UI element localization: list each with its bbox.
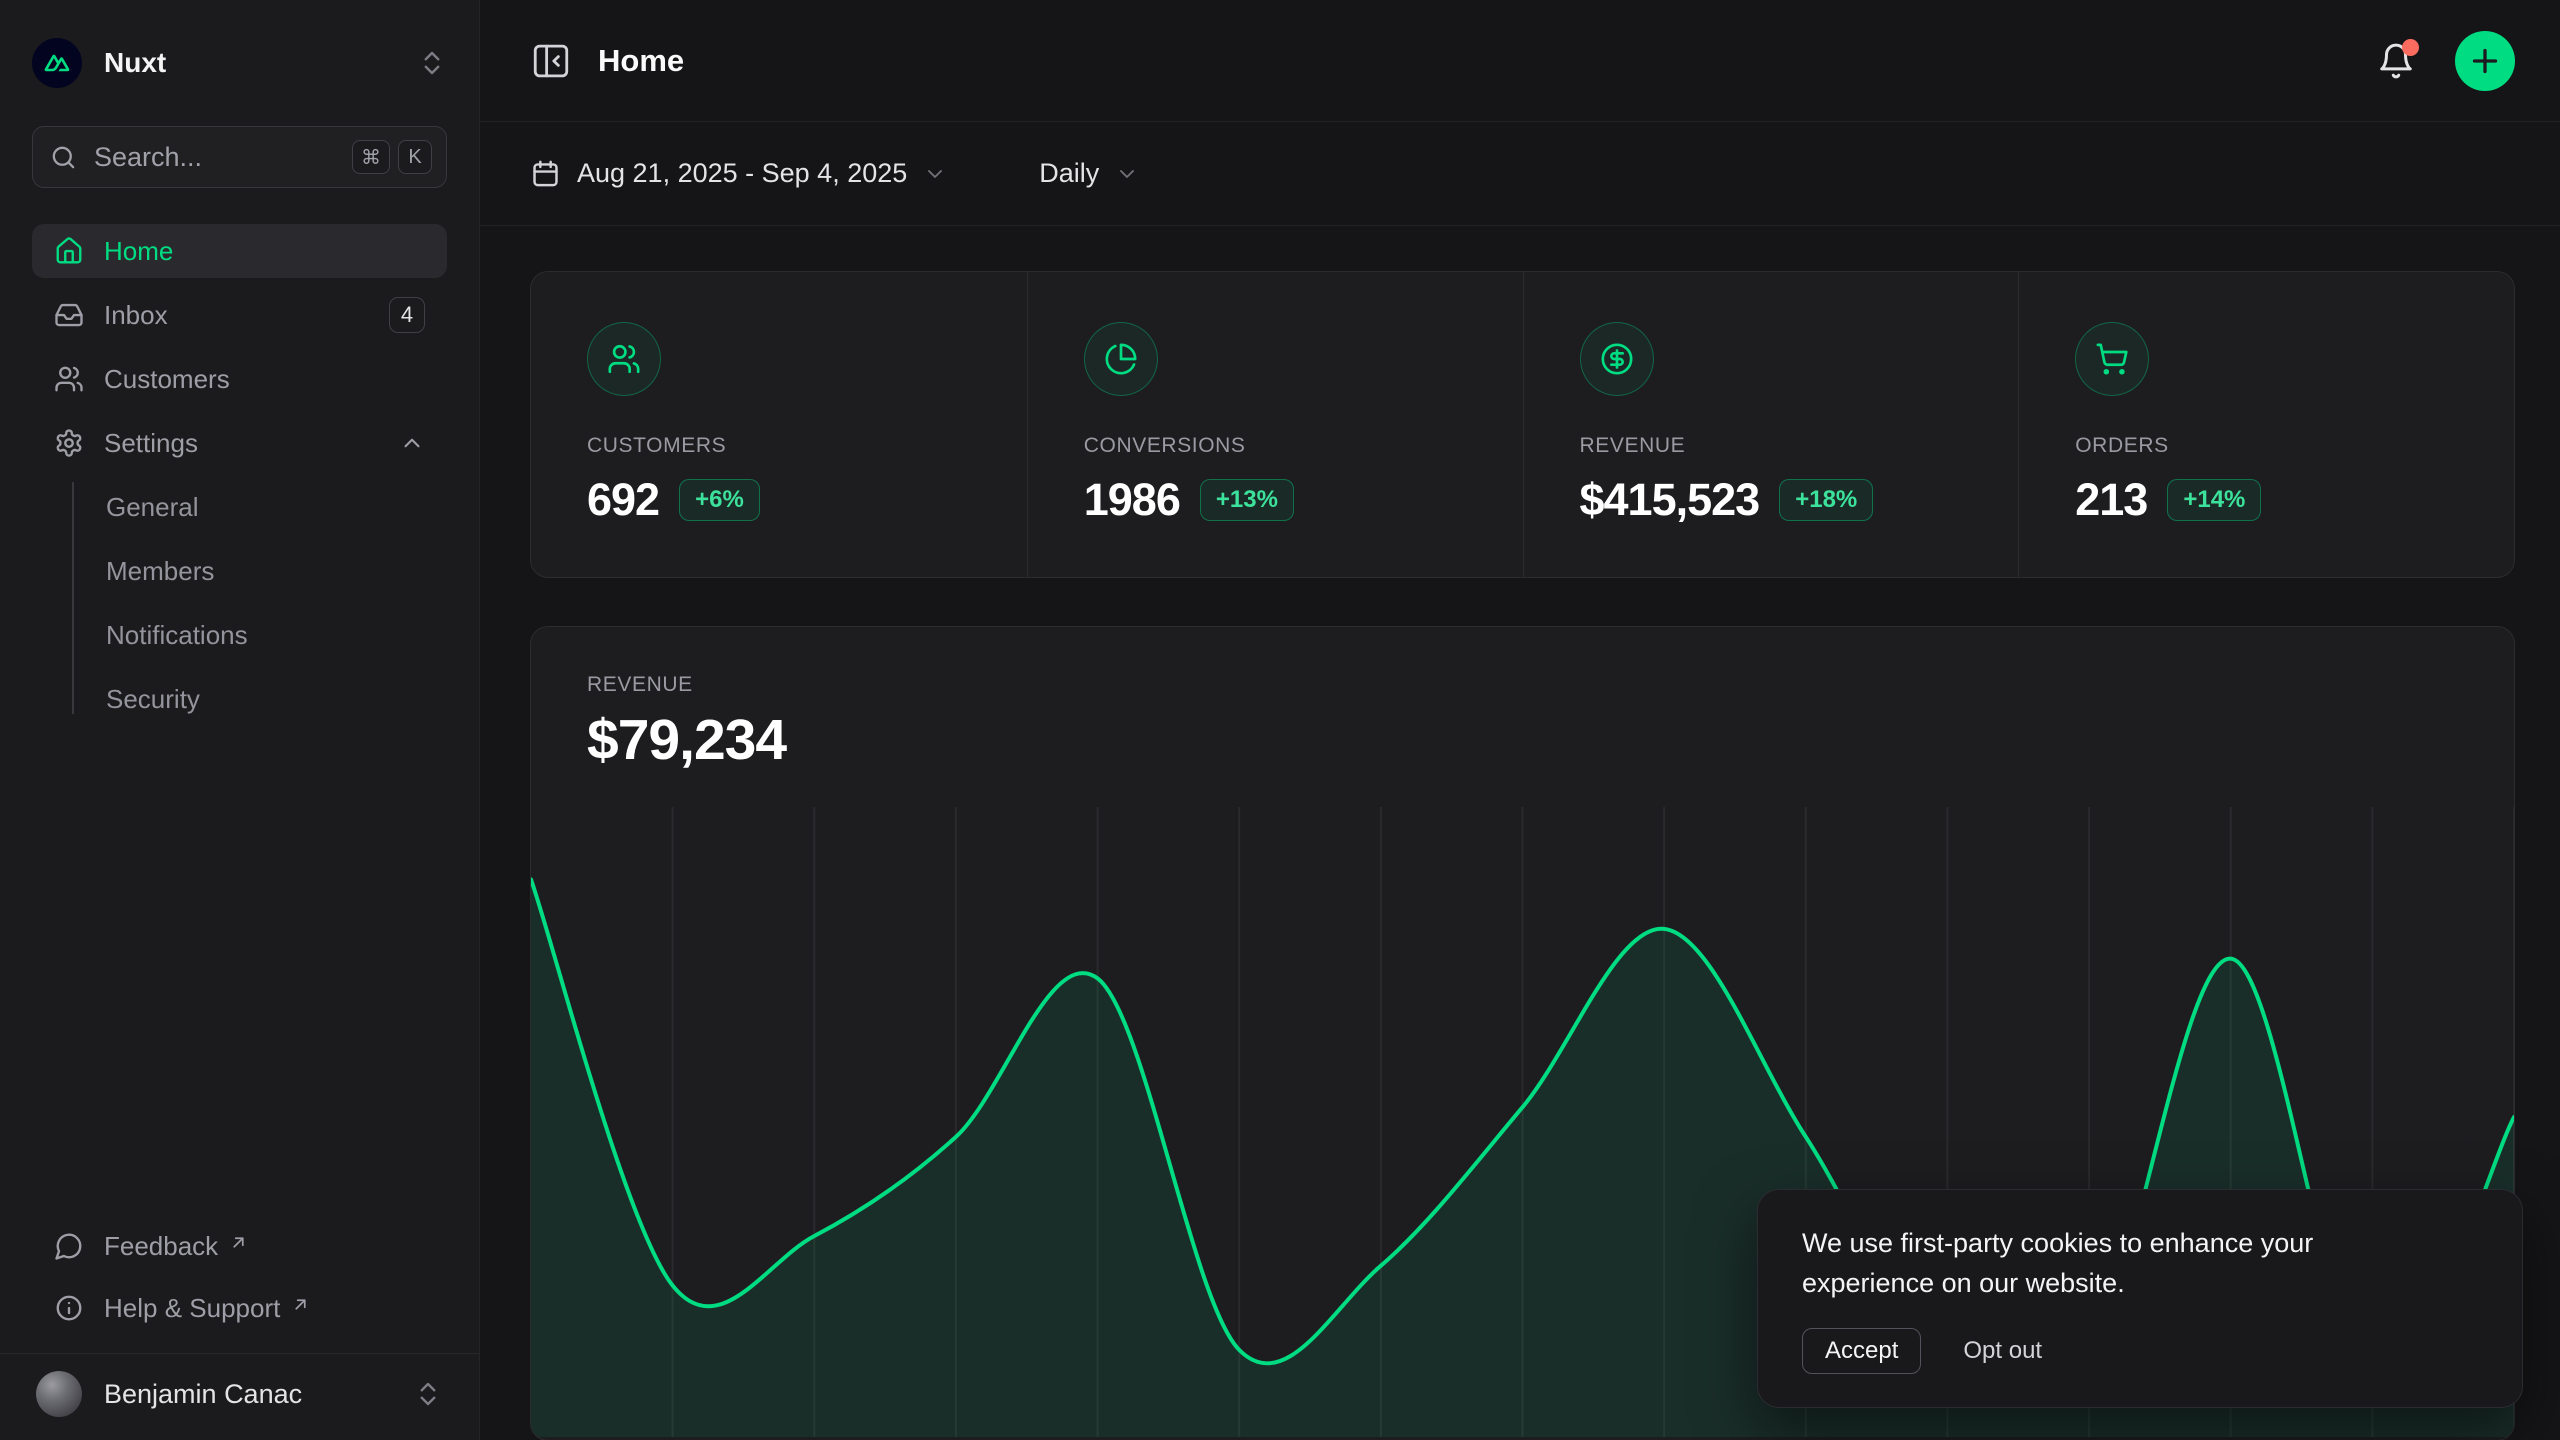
filter-bar: Aug 21, 2025 - Sep 4, 2025 Daily xyxy=(480,122,2560,226)
stat-value: 692 xyxy=(587,474,659,526)
chevron-down-icon xyxy=(923,162,947,186)
sidebar-item-general[interactable]: General xyxy=(32,480,447,534)
date-range-picker[interactable]: Aug 21, 2025 - Sep 4, 2025 xyxy=(530,158,947,189)
sidebar-collapse-button[interactable] xyxy=(530,40,572,82)
help-support-link[interactable]: Help & Support xyxy=(32,1277,447,1339)
pie-chart-icon xyxy=(1084,322,1158,396)
revenue-total: $79,234 xyxy=(587,707,2458,773)
users-icon xyxy=(54,364,84,394)
sidebar-item-home[interactable]: Home xyxy=(32,224,447,278)
revenue-panel-label: REVENUE xyxy=(587,673,2458,697)
sidebar-item-security[interactable]: Security xyxy=(32,672,447,726)
avatar xyxy=(36,1371,82,1417)
sidebar-item-settings[interactable]: Settings xyxy=(32,416,447,470)
stat-delta-badge: +14% xyxy=(2167,479,2261,521)
sidebar-item-label: Inbox xyxy=(104,300,168,331)
app-window: Nuxt Search... ⌘ K Home Inbox 4 xyxy=(0,0,2560,1440)
gear-icon xyxy=(54,428,84,458)
cookie-message: We use first-party cookies to enhance yo… xyxy=(1802,1224,2412,1304)
sidebar-nav: Home Inbox 4 Customers Settings General xyxy=(32,224,447,736)
granularity-value: Daily xyxy=(1039,158,1099,189)
calendar-icon xyxy=(530,158,561,189)
search-placeholder: Search... xyxy=(94,142,336,173)
subnav-tree-line xyxy=(72,482,74,714)
sidebar-item-members[interactable]: Members xyxy=(32,544,447,598)
workspace-name: Nuxt xyxy=(104,47,166,79)
stat-label: CONVERSIONS xyxy=(1084,434,1493,458)
chevron-up-icon xyxy=(399,430,425,456)
add-button[interactable] xyxy=(2455,31,2515,91)
circle-dollar-icon xyxy=(1580,322,1654,396)
search-shortcut: ⌘ K xyxy=(352,140,432,174)
subnav-label: Security xyxy=(106,684,200,715)
inbox-icon xyxy=(54,300,84,330)
subnav-label: General xyxy=(106,492,199,523)
search-input[interactable]: Search... ⌘ K xyxy=(32,126,447,188)
stat-orders[interactable]: ORDERS 213 +14% xyxy=(2018,272,2514,577)
chat-bubble-icon xyxy=(54,1231,84,1261)
panel-left-close-icon xyxy=(530,40,572,82)
stat-customers[interactable]: CUSTOMERS 692 +6% xyxy=(531,272,1027,577)
sidebar-item-label: Settings xyxy=(104,428,198,459)
accept-cookies-button[interactable]: Accept xyxy=(1802,1328,1921,1374)
stat-label: ORDERS xyxy=(2075,434,2484,458)
stat-delta-badge: +18% xyxy=(1779,479,1873,521)
inbox-count-badge: 4 xyxy=(389,297,425,333)
subnav-label: Notifications xyxy=(106,620,248,651)
stat-conversions[interactable]: CONVERSIONS 1986 +13% xyxy=(1027,272,1523,577)
stat-value: 1986 xyxy=(1084,474,1180,526)
stat-label: REVENUE xyxy=(1580,434,1989,458)
stat-value: $415,523 xyxy=(1580,474,1760,526)
top-bar: Home xyxy=(480,0,2560,122)
sidebar-item-label: Home xyxy=(104,236,173,267)
sidebar-item-customers[interactable]: Customers xyxy=(32,352,447,406)
top-bar-actions xyxy=(2377,31,2515,91)
sidebar-item-notifications[interactable]: Notifications xyxy=(32,608,447,662)
external-link-icon xyxy=(292,1289,309,1320)
granularity-select[interactable]: Daily xyxy=(1039,158,1139,189)
info-circle-icon xyxy=(54,1293,84,1323)
plus-icon xyxy=(2467,43,2503,79)
feedback-link[interactable]: Feedback xyxy=(32,1215,447,1277)
chevron-down-icon xyxy=(1115,162,1139,186)
nuxt-logo-icon xyxy=(32,38,82,88)
meta-key: ⌘ xyxy=(352,140,390,174)
user-name: Benjamin Canac xyxy=(104,1379,302,1410)
date-range-value: Aug 21, 2025 - Sep 4, 2025 xyxy=(577,158,907,189)
sidebar: Nuxt Search... ⌘ K Home Inbox 4 xyxy=(0,0,480,1440)
optout-cookies-button[interactable]: Opt out xyxy=(1963,1337,2042,1365)
shopping-cart-icon xyxy=(2075,322,2149,396)
chevrons-up-down-icon xyxy=(417,48,447,78)
search-icon xyxy=(49,143,78,172)
notification-dot xyxy=(2402,39,2419,56)
k-key: K xyxy=(398,140,432,174)
page-title: Home xyxy=(598,43,684,79)
stat-delta-badge: +13% xyxy=(1200,479,1294,521)
home-icon xyxy=(54,236,84,266)
sidebar-item-inbox[interactable]: Inbox 4 xyxy=(32,288,447,342)
external-link-icon xyxy=(230,1227,247,1258)
stats-panel: CUSTOMERS 692 +6% CONVERSIONS 1986 +13% xyxy=(530,271,2515,578)
sidebar-item-label: Customers xyxy=(104,364,230,395)
feedback-label: Feedback xyxy=(104,1231,218,1262)
help-support-label: Help & Support xyxy=(104,1293,280,1324)
stat-value: 213 xyxy=(2075,474,2147,526)
workspace-switcher[interactable]: Nuxt xyxy=(32,0,447,126)
subnav-label: Members xyxy=(106,556,214,587)
cookie-banner: We use first-party cookies to enhance yo… xyxy=(1757,1189,2523,1408)
users-icon xyxy=(587,322,661,396)
notifications-button[interactable] xyxy=(2377,42,2415,80)
stat-delta-badge: +6% xyxy=(679,479,760,521)
stat-label: CUSTOMERS xyxy=(587,434,997,458)
user-menu[interactable]: Benjamin Canac xyxy=(32,1354,447,1440)
sidebar-footer: Feedback Help & Support xyxy=(32,1215,447,1343)
stat-revenue[interactable]: REVENUE $415,523 +18% xyxy=(1523,272,2019,577)
settings-subnav: General Members Notifications Security xyxy=(32,480,447,726)
chevrons-up-down-icon xyxy=(413,1379,443,1409)
